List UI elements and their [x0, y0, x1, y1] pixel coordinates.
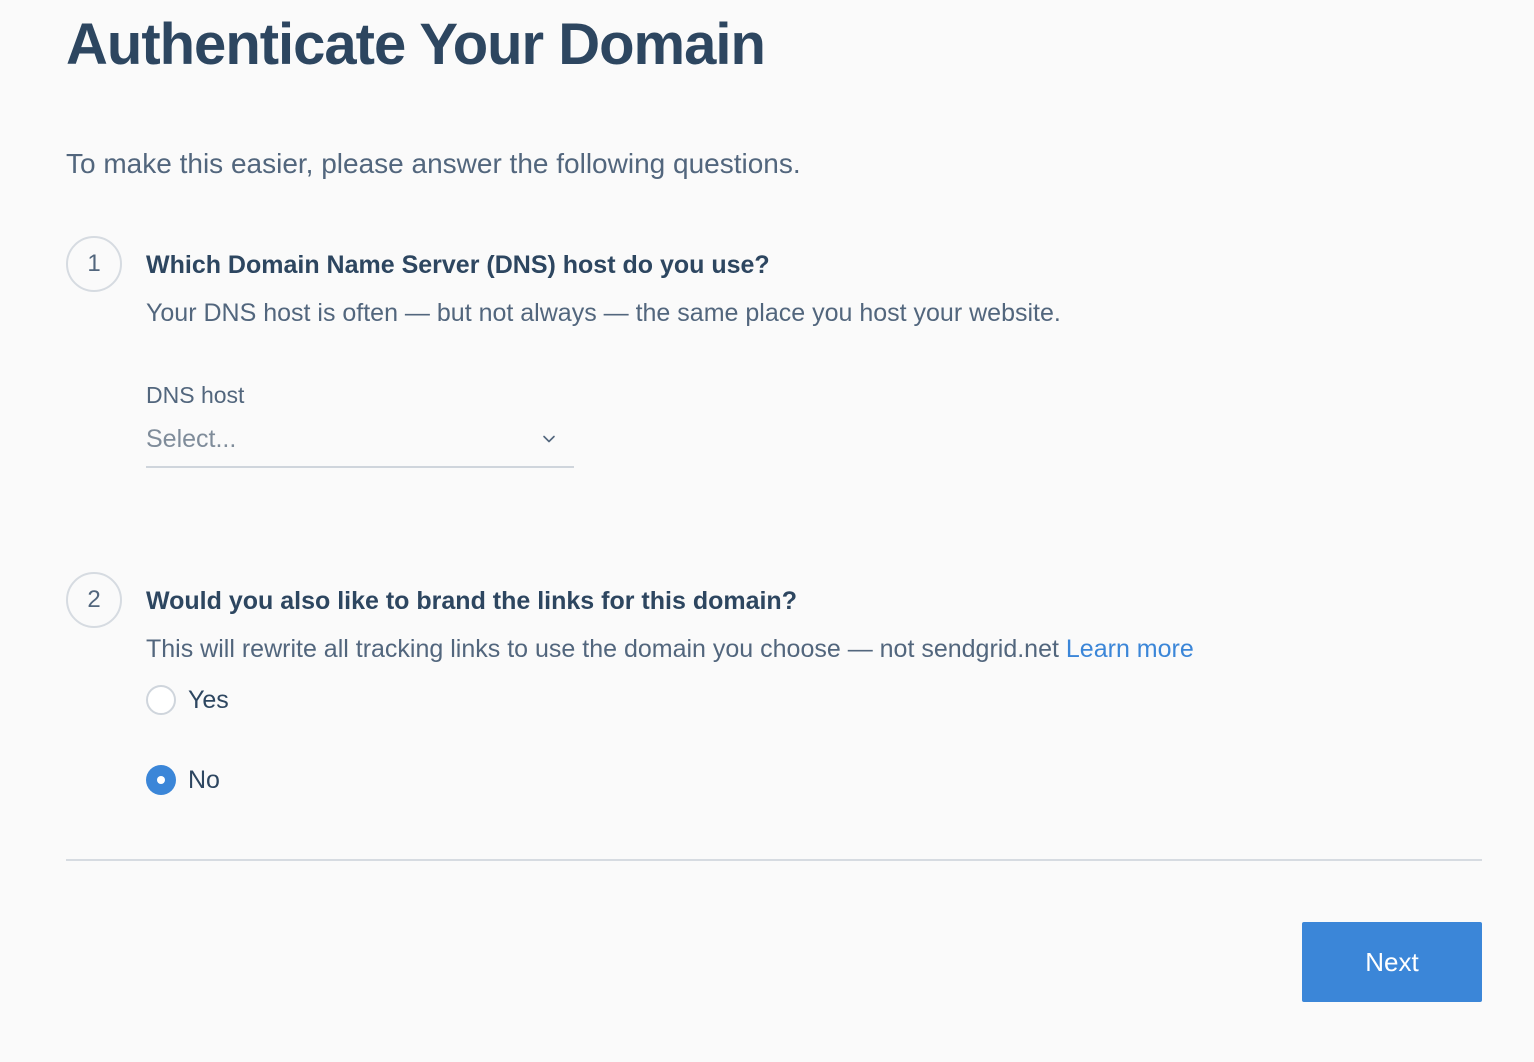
dns-host-select[interactable]: Select... [146, 420, 574, 468]
chevron-down-icon [543, 435, 555, 443]
radio-option-yes[interactable]: Yes [146, 684, 229, 716]
intro-text: To make this easier, please answer the f… [66, 148, 801, 179]
radio-no-label: No [188, 766, 220, 794]
learn-more-link[interactable]: Learn more [1066, 635, 1194, 663]
step-2-description-row: This will rewrite all tracking links to … [146, 633, 1194, 665]
radio-yes-button[interactable] [146, 685, 176, 715]
next-button[interactable]: Next [1302, 922, 1482, 1002]
step-1-number: 1 [66, 236, 122, 292]
footer-divider [66, 859, 1482, 861]
step-2-number: 2 [66, 572, 122, 628]
step-2-description: This will rewrite all tracking links to … [146, 635, 1059, 663]
radio-no-button[interactable] [146, 765, 176, 795]
step-1-description: Your DNS host is often — but not always … [146, 299, 1061, 327]
step-1-title: Which Domain Name Server (DNS) host do y… [146, 251, 770, 279]
step-2-title: Would you also like to brand the links f… [146, 587, 797, 615]
dns-host-label: DNS host [146, 382, 245, 408]
radio-option-no[interactable]: No [146, 764, 220, 796]
authenticate-domain-page: Authenticate Your Domain To make this ea… [0, 0, 1534, 1062]
page-title: Authenticate Your Domain [66, 12, 766, 77]
dns-host-placeholder: Select... [146, 425, 237, 453]
radio-yes-label: Yes [188, 686, 229, 714]
